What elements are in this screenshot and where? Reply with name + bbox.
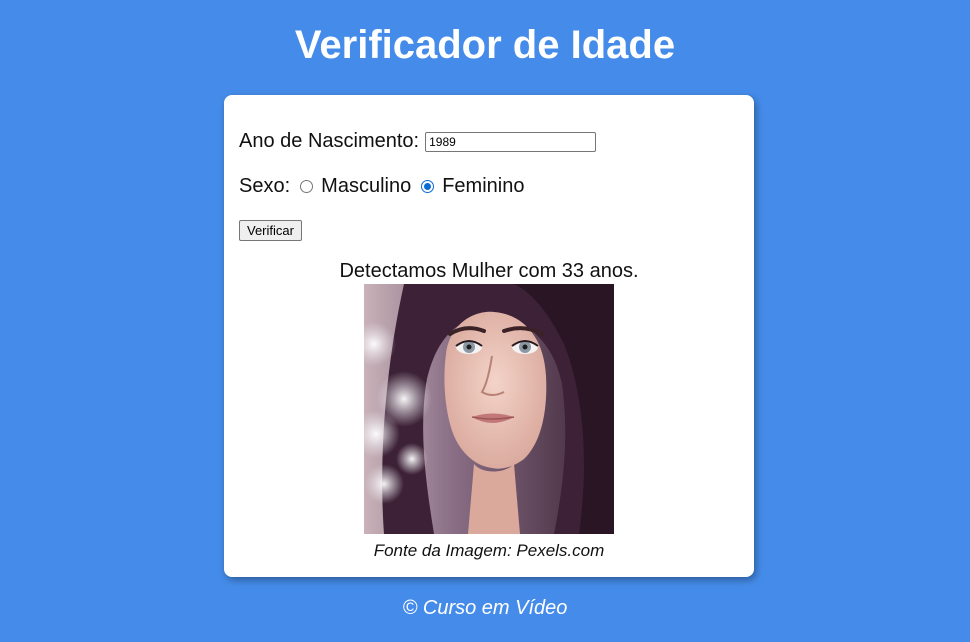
verifier-card: Ano de Nascimento: Sexo: Masculino Femin… [224,95,754,577]
page-footer: © Curso em Vídeo [402,597,568,619]
birth-year-label: Ano de Nascimento: [239,130,420,152]
birth-year-input[interactable] [425,131,597,152]
birth-year-row: Ano de Nascimento: [239,130,597,153]
radio-masculino[interactable] [300,180,314,193]
result-message: Detectamos Mulher com 33 anos. [339,260,639,282]
verify-button[interactable]: Verificar [239,220,302,241]
radio-feminino[interactable] [421,180,435,193]
page-header: Verificador de Idade [0,0,970,90]
image-caption: Fonte da Imagem: Pexels.com [373,541,605,560]
sex-label: Sexo: [239,175,291,197]
radio-masculino-label[interactable]: Masculino [321,175,411,198]
woman-portrait-image [364,284,614,534]
page-title: Verificador de Idade [294,23,676,67]
radio-feminino-label[interactable]: Feminino [442,175,524,198]
sex-row: Sexo: Masculino Feminino [239,175,524,198]
result-photo [364,284,614,534]
